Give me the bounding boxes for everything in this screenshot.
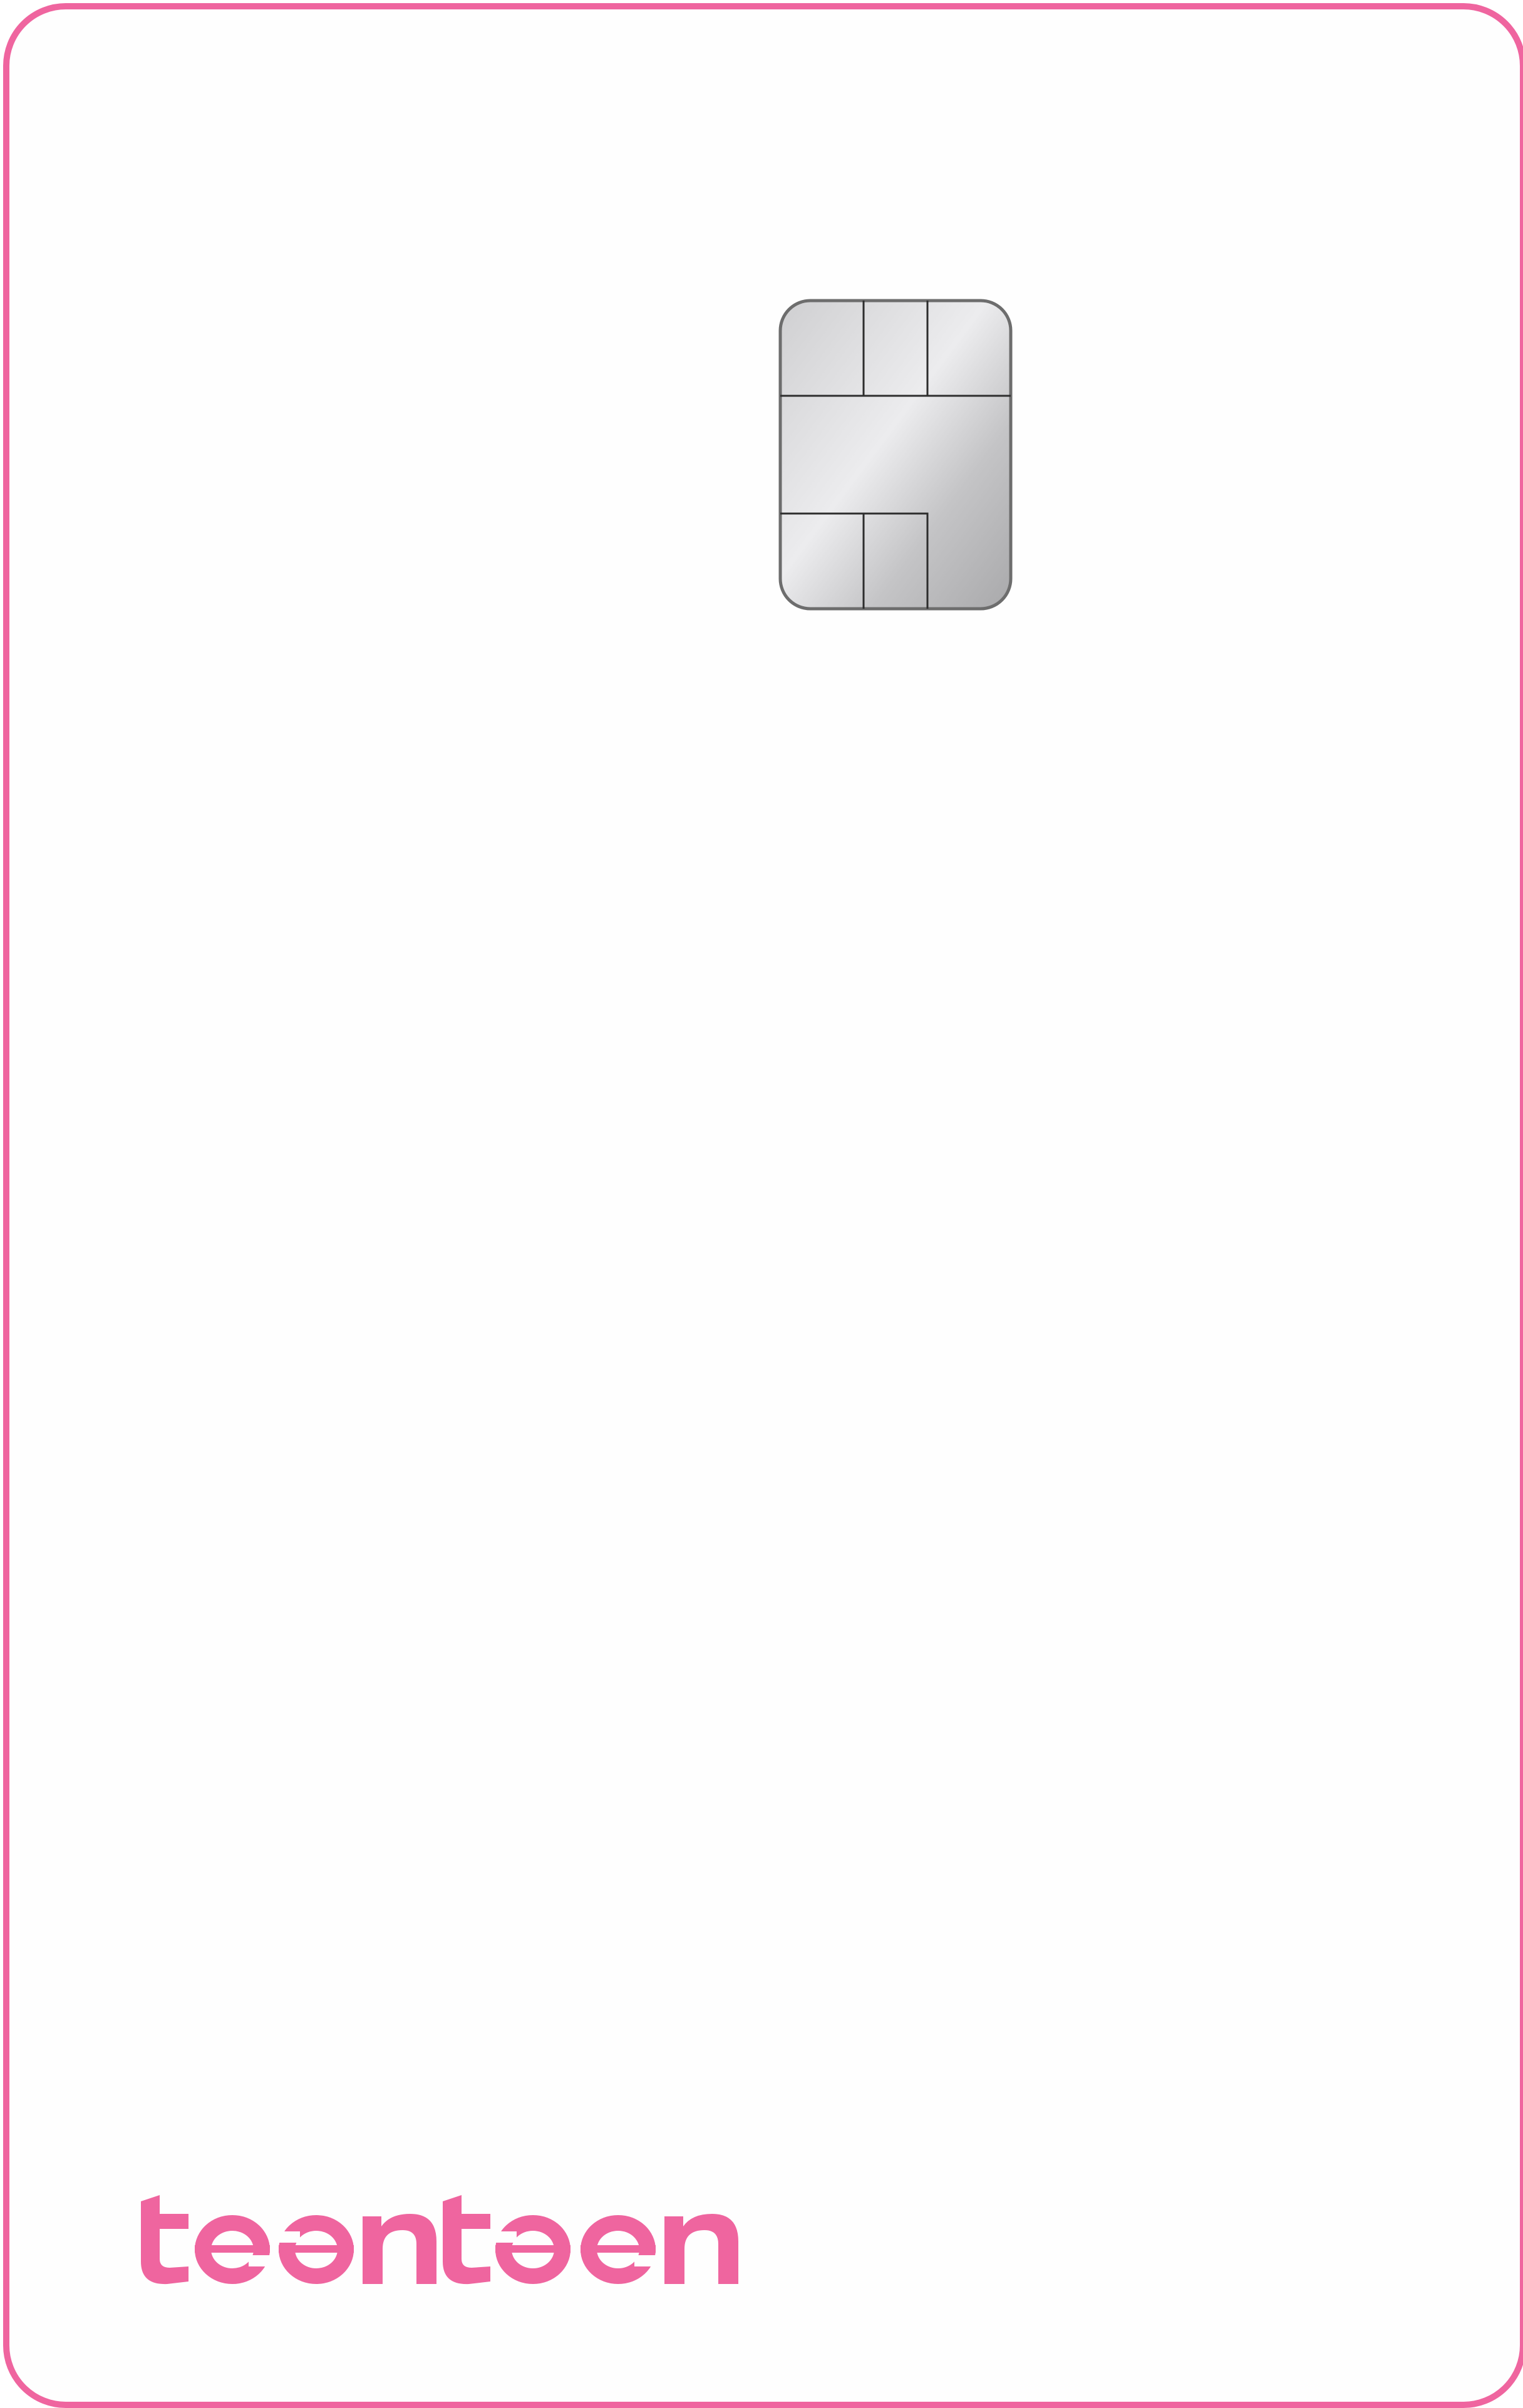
teenteen-logo [140,2191,803,2285]
card-front [3,3,1523,2408]
emv-chip-icon [778,299,1013,611]
